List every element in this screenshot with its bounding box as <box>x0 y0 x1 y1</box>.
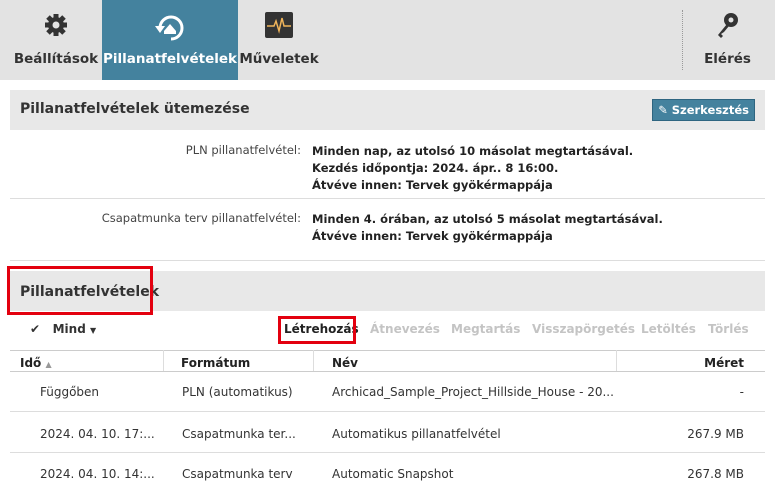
rename-button[interactable]: Átnevezés <box>370 322 440 336</box>
divider <box>10 411 765 412</box>
column-name[interactable]: Név <box>332 356 358 370</box>
edit-button[interactable]: ✎ Szerkesztés <box>652 99 755 121</box>
column-size[interactable]: Méret <box>704 356 744 370</box>
top-nav: Beállítások Pillanatfelvételek Műveletek… <box>0 0 775 80</box>
highlight-box <box>7 266 153 315</box>
key-icon <box>690 12 765 42</box>
keep-button[interactable]: Megtartás <box>451 322 520 336</box>
tab-operations[interactable]: Műveletek <box>238 0 320 80</box>
table-header-bottom <box>10 371 765 372</box>
tab-snapshots[interactable]: Pillanatfelvételek <box>102 0 238 80</box>
pencil-icon: ✎ <box>658 103 668 117</box>
activity-icon <box>238 12 320 42</box>
download-button[interactable]: Letöltés <box>641 322 696 336</box>
delete-button[interactable]: Törlés <box>708 322 749 336</box>
highlight-box <box>278 316 356 344</box>
tab-settings[interactable]: Beállítások <box>10 0 102 80</box>
table-top <box>10 350 765 351</box>
check-icon: ✔ <box>30 322 41 336</box>
divider <box>10 260 765 261</box>
divider <box>10 452 765 453</box>
select-all-dropdown[interactable]: ✔ Mind ▼ <box>30 322 96 336</box>
snapshot-icon <box>102 12 238 42</box>
column-format[interactable]: Formátum <box>181 356 250 370</box>
tab-access[interactable]: Elérés <box>690 0 765 80</box>
sort-asc-icon: ▲ <box>45 360 52 369</box>
nav-divider <box>682 10 683 70</box>
divider <box>10 198 765 199</box>
gear-icon <box>10 12 102 42</box>
schedule-title: Pillanatfelvételek ütemezése <box>20 101 250 117</box>
caret-down-icon: ▼ <box>89 326 97 335</box>
column-time[interactable]: Idő ▲ <box>20 356 52 370</box>
rollback-button[interactable]: Visszapörgetés <box>532 322 635 336</box>
schedule-header: Pillanatfelvételek ütemezése ✎ Szerkeszt… <box>10 90 765 130</box>
